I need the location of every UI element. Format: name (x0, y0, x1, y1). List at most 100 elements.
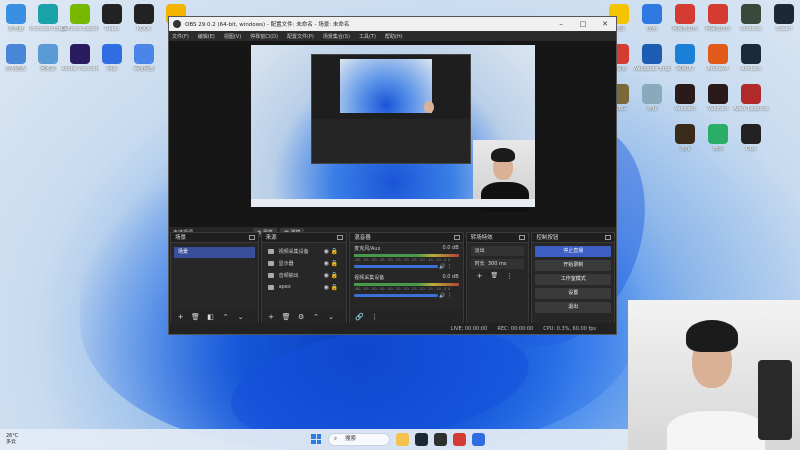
app-icon (70, 44, 90, 64)
obs-window[interactable]: OBS 29.0.2 (64-bit, windows) - 配置文件: 未命名… (168, 16, 617, 335)
volume-slider[interactable] (354, 265, 438, 268)
volume-meter (354, 254, 459, 257)
nested-preview (340, 59, 432, 113)
menu-item[interactable]: 视图(V) (224, 33, 241, 40)
search-box[interactable]: ⌕ 搜索 (328, 433, 390, 446)
preview-taskbar (251, 199, 535, 207)
source-item[interactable]: 显示器 ◉ 🔒 (262, 257, 347, 269)
webcam-hair (491, 148, 515, 162)
source-label: 音频输出 (278, 272, 299, 279)
desktop-icon-label: Aimlabs (741, 66, 761, 72)
trash-icon[interactable]: 🗑 (281, 312, 292, 322)
eye-icon[interactable]: ◉ 🔒 (324, 272, 339, 279)
transitions-title: 转场特效 (470, 235, 493, 241)
duration-field[interactable]: 时长 300 ms (470, 259, 525, 269)
minimize-icon[interactable]: – (550, 20, 572, 28)
maximize-icon[interactable]: □ (572, 20, 594, 28)
duration-value: 300 ms (487, 261, 507, 267)
mixer-channel: 麦克风/Aux 0.0 dB -60 -55 -50 -45 -40 -35 -30… (350, 243, 462, 272)
app-icon (708, 84, 728, 104)
control-button[interactable]: 工作室模式 (535, 274, 612, 285)
menu-item[interactable]: 文件(F) (172, 33, 189, 40)
desktop-icon[interactable]: Aimlabs (732, 44, 770, 72)
filter-icon[interactable]: ◧ (205, 312, 216, 322)
control-button[interactable]: 设置 (535, 288, 612, 299)
app-icon (642, 44, 662, 64)
app-icon (741, 124, 761, 144)
menu-item[interactable]: 编辑(E) (198, 33, 215, 40)
add-icon[interactable]: + (266, 312, 277, 322)
mixer-channel: 视频采集设备 0.0 dB -60 -55 -50 -45 -40 -35 -30 … (350, 272, 462, 301)
close-icon[interactable]: ✕ (594, 20, 616, 28)
dock-float-icon[interactable] (605, 235, 612, 240)
source-type-icon (267, 248, 274, 254)
app-icon (708, 4, 728, 24)
menu-icon[interactable]: ⋮ (369, 312, 380, 322)
taskbar: 26°C 多云 ⌕ 搜索 (0, 429, 628, 450)
source-type-icon (267, 260, 274, 266)
menu-icon[interactable]: ⋮ (506, 272, 513, 280)
menu-item[interactable]: 帮助(H) (385, 33, 403, 40)
mixer-title: 混音器 (354, 235, 371, 241)
netease-icon[interactable] (453, 433, 466, 446)
control-button[interactable]: 停止直播 (535, 246, 612, 257)
eye-icon[interactable]: ◉ 🔒 (324, 260, 339, 267)
down-icon[interactable]: ⌄ (235, 312, 246, 322)
webcam-shirt (666, 410, 766, 450)
desktop-icon[interactable]: 百度网盘 (125, 44, 163, 72)
menu-item[interactable]: 配置文件(P) (287, 33, 314, 40)
obs-titlebar[interactable]: OBS 29.0.2 (64-bit, windows) - 配置文件: 未命名… (169, 17, 616, 31)
trash-icon[interactable]: 🗑 (190, 312, 201, 322)
app-icon (741, 44, 761, 64)
desktop-icon-label: Steam (775, 26, 793, 32)
source-item[interactable]: apex ◉ 🔒 (262, 281, 347, 293)
steam-icon[interactable] (415, 433, 428, 446)
mixer-dock: 混音器 麦克风/Aux 0.0 dB -60 -55 -50 -45 -40 -35… (349, 232, 464, 324)
source-item[interactable]: 音频输出 ◉ 🔒 (262, 269, 347, 281)
add-icon[interactable]: + (175, 312, 186, 322)
volume-row: 🔊 ⋮ (354, 291, 458, 299)
gear-icon[interactable]: ⚙ (296, 312, 307, 322)
menu-item[interactable]: 场景集合(S) (323, 33, 350, 40)
link-icon[interactable]: 🔗 (354, 312, 365, 322)
up-icon[interactable]: ⌃ (220, 312, 231, 322)
obs-preview[interactable] (169, 41, 616, 227)
source-item[interactable]: 视频采集设备 ◉ 🔒 (262, 245, 347, 257)
control-button[interactable]: 开始录制 (535, 260, 612, 271)
weather-widget[interactable]: 26°C 多云 (6, 433, 18, 445)
sources-dock: 来源 视频采集设备 ◉ 🔒 显示器 ◉ 🔒 音频输出 ◉ 🔒 apex ◉ 🔒 + 🗑 ⚙ ⌃ ⌄ (260, 232, 348, 324)
scenes-footer: + 🗑 ◧ ⌃ ⌄ (171, 310, 258, 323)
add-icon[interactable]: + (477, 272, 483, 280)
desktop-icon[interactable]: Steam (765, 4, 800, 32)
speaker-icon[interactable]: 🔊 ⋮ (438, 264, 452, 270)
app-icon[interactable] (472, 433, 485, 446)
eye-icon[interactable]: ◉ 🔒 (324, 248, 339, 255)
file-explorer-icon[interactable] (396, 433, 409, 446)
app-icon (134, 44, 154, 64)
up-icon[interactable]: ⌃ (311, 312, 322, 322)
dock-float-icon[interactable] (248, 235, 255, 240)
volume-slider[interactable] (354, 294, 438, 297)
dock-float-icon[interactable] (453, 235, 460, 240)
speaker-icon[interactable]: 🔊 ⋮ (438, 293, 452, 299)
sources-footer: + 🗑 ⚙ ⌃ ⌄ (261, 310, 347, 323)
preview-canvas[interactable] (251, 45, 535, 212)
trash-icon[interactable]: 🗑 (491, 272, 499, 280)
desktop-icon[interactable]: Apex Legends (732, 84, 770, 112)
down-icon[interactable]: ⌄ (326, 312, 337, 322)
obs-window-title: OBS 29.0.2 (64-bit, windows) - 配置文件: 未命名… (185, 22, 350, 28)
menu-item[interactable]: 工具(T) (359, 33, 376, 40)
menu-item[interactable]: 停靠窗口(D) (250, 33, 278, 40)
dock-float-icon[interactable] (519, 235, 526, 240)
eye-icon[interactable]: ◉ 🔒 (324, 284, 339, 291)
start-icon[interactable] (311, 434, 321, 444)
obs-icon[interactable] (434, 433, 447, 446)
desktop-icon[interactable]: OBS (732, 124, 770, 152)
app-icon (774, 4, 794, 24)
transition-select[interactable]: 淡出 (470, 246, 525, 256)
mixer-channel-header: 视频采集设备 0.0 dB (354, 274, 458, 281)
scene-item[interactable]: 场景 (174, 247, 255, 258)
search-icon: ⌕ (334, 436, 338, 442)
control-button[interactable]: 退出 (535, 302, 612, 313)
dock-float-icon[interactable] (337, 235, 344, 240)
